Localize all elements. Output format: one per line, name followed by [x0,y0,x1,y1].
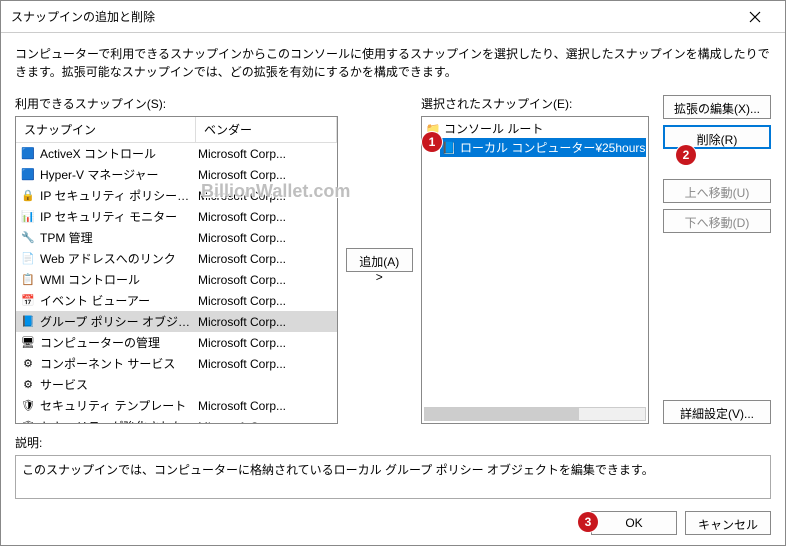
snapin-vendor: Microsoft Corp... [198,210,333,224]
annotation-badge-3: 3 [578,512,598,532]
snapin-vendor: Microsoft Corp... [198,252,333,266]
list-item[interactable]: ⚙サービス [16,374,337,395]
list-item[interactable]: 🟦Hyper-V マネージャーMicrosoft Corp... [16,164,337,185]
snapin-name: Hyper-V マネージャー [40,166,198,183]
snapin-vendor: Microsoft Corp... [198,399,333,413]
snapin-vendor: Microsoft Corp... [198,189,333,203]
snapin-vendor: Microsoft Corp... [198,336,333,350]
footer: OK キャンセル [591,511,771,535]
content-area: コンピューターで利用できるスナップインからこのコンソールに使用するスナップインを… [1,33,785,511]
snapin-name: セキュリティが強化された ... [40,418,198,423]
list-item[interactable]: 📊IP セキュリティ モニターMicrosoft Corp... [16,206,337,227]
snapin-icon: 🟦 [20,167,36,183]
close-icon [749,11,761,23]
list-header: スナップイン ベンダー [16,117,337,143]
snapin-vendor: Microsoft Corp... [198,231,333,245]
snapin-vendor: Microsoft Corp... [198,168,333,182]
move-down-button[interactable]: 下へ移動(D) [663,209,771,233]
available-snapins-label: 利用できるスナップイン(S): [15,95,338,112]
list-item[interactable]: 🛡 セキュリティが強化された ...Microsoft Corp... [16,416,337,423]
snapin-icon: 🛡 [20,398,36,414]
snapin-name: IP セキュリティ モニター [40,208,198,225]
edit-extensions-button[interactable]: 拡張の編集(X)... [663,95,771,119]
list-item[interactable]: ⚙コンポーネント サービスMicrosoft Corp... [16,353,337,374]
list-item[interactable]: 🔒IP セキュリティ ポリシーの管...Microsoft Corp... [16,185,337,206]
snapin-icon: 📋 [20,272,36,288]
list-item[interactable]: 📋WMI コントロールMicrosoft Corp... [16,269,337,290]
list-item[interactable]: 🔧TPM 管理Microsoft Corp... [16,227,337,248]
tree-item-selected[interactable]: 📘 ローカル コンピューター¥25hours ポリシー [440,138,646,157]
intro-text: コンピューターで利用できるスナップインからこのコンソールに使用するスナップインを… [15,45,771,81]
scrollbar-thumb[interactable] [425,408,579,420]
header-name[interactable]: スナップイン [16,117,196,142]
snapin-name: イベント ビューアー [40,292,198,309]
list-item[interactable]: 📅イベント ビューアーMicrosoft Corp... [16,290,337,311]
tree-root-label: コンソール ルート [444,120,543,137]
tree-root[interactable]: 📁 コンソール ルート [424,119,646,138]
ok-button[interactable]: OK [591,511,677,535]
tree-child-label: ローカル コンピューター¥25hours ポリシー [460,139,646,156]
snapin-vendor: Microsoft Corp... [198,294,333,308]
header-vendor[interactable]: ベンダー [196,117,337,142]
snapin-icon: 📘 [20,314,36,330]
horizontal-scrollbar[interactable] [424,407,646,421]
snapin-name: セキュリティ テンプレート [40,397,198,414]
snapin-name: サービス [40,376,198,393]
snapin-name: コンポーネント サービス [40,355,198,372]
snapin-vendor: Microsoft Corp... [198,357,333,371]
description-box: このスナップインでは、コンピューターに格納されているローカル グループ ポリシー… [15,455,771,499]
list-item[interactable]: 📘グループ ポリシー オブジェク...Microsoft Corp... [16,311,337,332]
list-item[interactable]: 📄Web アドレスへのリンクMicrosoft Corp... [16,248,337,269]
snapin-name: WMI コントロール [40,271,198,288]
close-button[interactable] [735,3,775,31]
selected-snapins-tree[interactable]: 📁 コンソール ルート 📘 ローカル コンピューター¥25hours ポリシー [421,116,649,424]
list-item[interactable]: 🖥コンピューターの管理Microsoft Corp... [16,332,337,353]
snapin-name: Web アドレスへのリンク [40,250,198,267]
snapin-icon: 📅 [20,293,36,309]
snapin-name: TPM 管理 [40,229,198,246]
list-item[interactable]: 🟦ActiveX コントロールMicrosoft Corp... [16,143,337,164]
snapin-name: グループ ポリシー オブジェク... [40,313,198,330]
titlebar: スナップインの追加と削除 [1,1,785,33]
snapin-name: コンピューターの管理 [40,334,198,351]
policy-icon: 📘 [442,141,456,155]
description-label: 説明: [15,434,771,451]
snapin-vendor: Microsoft Corp... [198,420,333,424]
snapin-vendor: Microsoft Corp... [198,147,333,161]
add-button[interactable]: 追加(A) > [346,248,413,272]
window-title: スナップインの追加と削除 [11,8,155,25]
snapin-name: ActiveX コントロール [40,145,198,162]
cancel-button[interactable]: キャンセル [685,511,771,535]
available-snapins-list[interactable]: スナップイン ベンダー 🟦ActiveX コントロールMicrosoft Cor… [15,116,338,424]
snapin-vendor: Microsoft Corp... [198,315,333,329]
annotation-badge-2: 2 [676,145,696,165]
snapin-icon: 🛡 [20,419,36,424]
snapin-vendor: Microsoft Corp... [198,273,333,287]
selected-snapins-label: 選択されたスナップイン(E): [421,95,649,112]
snapin-icon: 🔧 [20,230,36,246]
move-up-button[interactable]: 上へ移動(U) [663,179,771,203]
snapin-icon: ⚙ [20,377,36,393]
remove-button[interactable]: 削除(R) [663,125,771,149]
list-item[interactable]: 🛡セキュリティ テンプレートMicrosoft Corp... [16,395,337,416]
snapin-icon: 🟦 [20,146,36,162]
snapin-icon: 🖥 [20,335,36,351]
advanced-button[interactable]: 詳細設定(V)... [663,400,771,424]
annotation-badge-1: 1 [422,132,442,152]
snapin-icon: ⚙ [20,356,36,372]
snapin-icon: 📄 [20,251,36,267]
snapin-icon: 🔒 [20,188,36,204]
snapin-icon: 📊 [20,209,36,225]
snapin-name: IP セキュリティ ポリシーの管... [40,187,198,204]
